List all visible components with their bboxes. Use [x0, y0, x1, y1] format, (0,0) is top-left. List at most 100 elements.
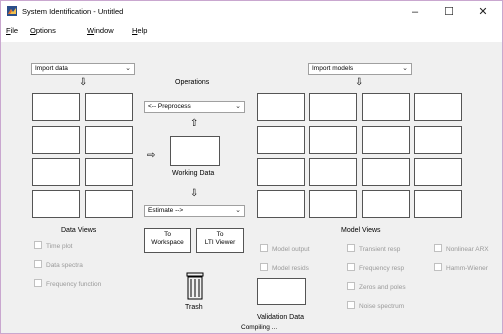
model-slot[interactable]	[309, 93, 357, 121]
model-slot[interactable]	[414, 190, 462, 218]
trash-icon[interactable]	[185, 272, 205, 300]
model-output-checkbox[interactable]: Model output	[260, 244, 310, 253]
maximize-button[interactable]: ☐	[432, 3, 466, 21]
model-slot[interactable]	[257, 158, 305, 186]
checkbox-box	[34, 279, 42, 287]
model-slot[interactable]	[257, 93, 305, 121]
model-views-title: Model Views	[341, 227, 381, 234]
data-slot[interactable]	[85, 158, 133, 186]
chevron-down-icon: ⌄	[125, 65, 131, 72]
data-slot[interactable]	[32, 158, 80, 186]
preprocess-dropdown[interactable]: <-- Preprocess ⌄	[144, 101, 245, 113]
model-resids-label: Model resids	[272, 265, 309, 272]
data-spectra-checkbox[interactable]: Data spectra	[34, 260, 83, 269]
checkbox-box	[434, 244, 442, 252]
hamm-wiener-label: Hamm-Wiener	[446, 265, 488, 272]
menu-window-rest: indow	[94, 26, 114, 35]
window-title: System Identification - Untitled	[22, 7, 124, 16]
transient-resp-checkbox[interactable]: Transient resp	[347, 244, 401, 253]
close-button[interactable]: ✕	[466, 3, 500, 21]
import-data-label: Import data	[35, 65, 68, 72]
model-slot[interactable]	[362, 158, 410, 186]
checkbox-box	[347, 282, 355, 290]
data-slot[interactable]	[85, 126, 133, 154]
matlab-ident-icon	[7, 6, 17, 16]
checkbox-box	[34, 241, 42, 249]
minimize-button[interactable]: –	[398, 3, 432, 21]
model-slot[interactable]	[362, 190, 410, 218]
estimate-dropdown[interactable]: Estimate --> ⌄	[144, 205, 245, 217]
status-text: Compiling ...	[241, 324, 278, 331]
model-slot[interactable]	[414, 158, 462, 186]
import-models-label: Import models	[312, 65, 354, 72]
time-plot-label: Time plot	[46, 243, 73, 250]
arrow-down-icon: ⇩	[79, 77, 88, 88]
noise-spectrum-checkbox[interactable]: Noise spectrum	[347, 301, 405, 310]
to-lti-viewer-button[interactable]: To LTI Viewer	[196, 228, 244, 253]
to-workspace-button[interactable]: To Workspace	[144, 228, 191, 253]
data-slot[interactable]	[32, 126, 80, 154]
main-panel: Import data ⌄ ⇩ Operations <-- Preproces…	[1, 42, 502, 333]
frequency-function-checkbox[interactable]: Frequency function	[34, 279, 102, 288]
frequency-function-label: Frequency function	[46, 281, 102, 288]
preprocess-label: <-- Preprocess	[148, 103, 191, 110]
arrow-down-icon: ⇩	[190, 188, 199, 199]
data-slot[interactable]	[85, 93, 133, 121]
import-data-dropdown[interactable]: Import data ⌄	[31, 63, 135, 75]
menu-file-rest: ile	[10, 26, 19, 35]
nonlinear-arx-checkbox[interactable]: Nonlinear ARX	[434, 244, 489, 253]
checkbox-box	[347, 301, 355, 309]
menu-help[interactable]: Help	[132, 26, 147, 35]
data-spectra-label: Data spectra	[46, 262, 83, 269]
hamm-wiener-checkbox[interactable]: Hamm-Wiener	[434, 263, 488, 272]
checkbox-box	[260, 263, 268, 271]
arrow-down-icon: ⇩	[355, 77, 364, 88]
checkbox-box	[434, 263, 442, 271]
model-output-label: Model output	[272, 246, 310, 253]
model-slot[interactable]	[257, 126, 305, 154]
model-slot[interactable]	[309, 190, 357, 218]
to-lti-viewer-line2: LTI Viewer	[204, 239, 236, 246]
to-workspace-line1: To	[164, 231, 171, 238]
transient-resp-label: Transient resp	[359, 246, 401, 253]
model-slot[interactable]	[257, 190, 305, 218]
menu-window[interactable]: Window	[87, 26, 114, 35]
menu-help-rest: elp	[137, 26, 148, 35]
checkbox-box	[34, 260, 42, 268]
time-plot-checkbox[interactable]: Time plot	[34, 241, 73, 250]
menu-options[interactable]: Options	[30, 26, 56, 35]
arrow-right-icon: ⇨	[147, 150, 156, 161]
data-slot[interactable]	[85, 190, 133, 218]
data-views-title: Data Views	[61, 227, 97, 234]
nonlinear-arx-label: Nonlinear ARX	[446, 246, 489, 253]
zeros-and-poles-checkbox[interactable]: Zeros and poles	[347, 282, 406, 291]
menu-options-rest: ptions	[35, 26, 56, 35]
zeros-and-poles-label: Zeros and poles	[359, 284, 406, 291]
data-slot[interactable]	[32, 190, 80, 218]
model-slot[interactable]	[414, 126, 462, 154]
model-slot[interactable]	[362, 126, 410, 154]
frequency-resp-checkbox[interactable]: Frequency resp	[347, 263, 404, 272]
model-slot[interactable]	[362, 93, 410, 121]
model-slot[interactable]	[309, 126, 357, 154]
validation-data-slot[interactable]	[257, 278, 306, 305]
menu-file[interactable]: File	[6, 26, 18, 35]
noise-spectrum-label: Noise spectrum	[359, 303, 405, 310]
model-slot[interactable]	[309, 158, 357, 186]
checkbox-box	[347, 244, 355, 252]
model-slot[interactable]	[414, 93, 462, 121]
model-resids-checkbox[interactable]: Model resids	[260, 263, 309, 272]
operations-title: Operations	[175, 79, 210, 86]
chevron-down-icon: ⌄	[402, 65, 408, 72]
chevron-down-icon: ⌄	[235, 207, 241, 214]
validation-data-label: Validation Data	[257, 314, 304, 321]
menu-bar: File Options Window Help	[1, 23, 502, 40]
working-data-label: Working Data	[172, 170, 215, 177]
import-models-dropdown[interactable]: Import models ⌄	[308, 63, 412, 75]
checkbox-box	[260, 244, 268, 252]
checkbox-box	[347, 263, 355, 271]
working-data-slot[interactable]	[170, 136, 220, 166]
to-lti-viewer-line1: To	[216, 231, 224, 238]
chevron-down-icon: ⌄	[235, 103, 241, 110]
data-slot[interactable]	[32, 93, 80, 121]
